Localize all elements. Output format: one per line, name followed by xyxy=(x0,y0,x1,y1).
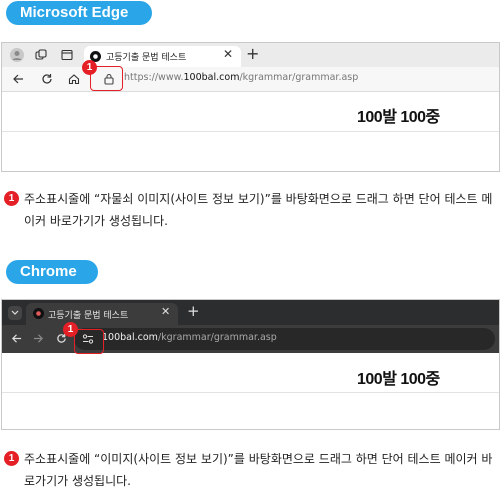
site-favicon-icon xyxy=(33,308,44,319)
edge-tab-title: 고등기출 문법 테스트 xyxy=(106,53,187,63)
chrome-address-text: 100bal.com/kgrammar/grammar.asp xyxy=(102,332,277,343)
url-path: /kgrammar/grammar.asp xyxy=(157,332,277,343)
forward-arrow-icon[interactable] xyxy=(33,333,44,344)
edge-section-badge: Microsoft Edge xyxy=(6,1,152,25)
new-tab-icon[interactable]: + xyxy=(187,302,200,320)
back-arrow-icon[interactable] xyxy=(11,333,22,344)
refresh-icon[interactable] xyxy=(41,73,53,85)
edge-tab-strip: 고등기출 문법 테스트 ✕ + xyxy=(2,43,499,67)
vertical-tabs-icon[interactable] xyxy=(61,49,73,61)
site-logo: 100발 100중 xyxy=(357,109,440,126)
url-domain: 100bal.com xyxy=(102,332,158,343)
edge-address-bar[interactable]: https://www.100bal.com/kgrammar/grammar.… xyxy=(124,72,358,83)
url-prefix: https://www. xyxy=(124,72,184,83)
back-arrow-icon[interactable] xyxy=(12,73,24,85)
chrome-instruction-text: 주소표시줄에 “이미지(사이트 정보 보기)”를 바탕화면으로 드래그 하면 단… xyxy=(24,452,493,488)
chrome-tab-title: 고등기출 문법 테스트 xyxy=(48,311,129,321)
edge-instruction-text: 주소표시줄에 “자물쇠 이미지(사이트 정보 보기)”를 바탕화면으로 드래그 … xyxy=(24,192,493,228)
url-path: /kgrammar/grammar.asp xyxy=(239,72,359,83)
chrome-section-badge: Chrome xyxy=(6,260,98,284)
edge-browser-window: 고등기출 문법 테스트 ✕ + https://www.100bal.com/k… xyxy=(1,42,500,172)
edge-toolbar: https://www.100bal.com/kgrammar/grammar.… xyxy=(2,67,499,92)
new-tab-icon[interactable]: + xyxy=(246,44,259,63)
chevron-down-icon xyxy=(11,310,19,315)
site-logo: 100발 100중 xyxy=(357,371,440,388)
url-domain: 100bal.com xyxy=(183,72,240,83)
chrome-omnibox[interactable]: 100bal.com/kgrammar/grammar.asp xyxy=(74,328,495,350)
home-icon[interactable] xyxy=(68,73,80,85)
page-divider xyxy=(2,131,499,132)
edge-callout-number: 1 xyxy=(82,60,97,75)
tab-search-button[interactable] xyxy=(8,306,22,320)
edge-active-tab[interactable]: 고등기출 문법 테스트 ✕ xyxy=(84,46,241,67)
page-divider xyxy=(2,392,499,393)
close-tab-icon[interactable]: ✕ xyxy=(161,305,170,318)
chrome-browser-window: 고등기출 문법 테스트 ✕ + 100bal.com/kgrammar/gram… xyxy=(1,299,500,430)
edge-instruction-number: 1 xyxy=(4,191,19,206)
chrome-site-info-callout xyxy=(74,329,104,354)
profile-icon[interactable] xyxy=(10,48,24,62)
close-tab-icon[interactable]: ✕ xyxy=(223,47,233,61)
chrome-callout-number: 1 xyxy=(63,322,78,337)
chrome-active-tab[interactable]: 고등기출 문법 테스트 ✕ xyxy=(26,303,178,325)
workspaces-icon[interactable] xyxy=(35,49,47,61)
chrome-instruction-number: 1 xyxy=(4,451,19,466)
chrome-tab-strip: 고등기출 문법 테스트 ✕ + xyxy=(2,300,499,325)
